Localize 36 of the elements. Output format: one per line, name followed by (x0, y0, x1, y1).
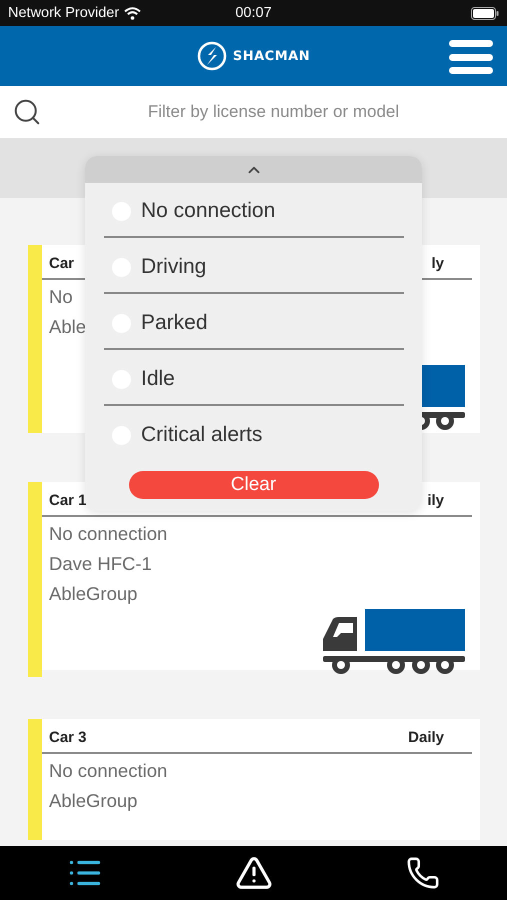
truck-icon (323, 609, 465, 675)
nav-tab[interactable] (234, 854, 272, 892)
vehicle-info: AbleGroup (49, 789, 138, 813)
nav-tab[interactable] (406, 856, 440, 890)
vehicle-name: Car (49, 254, 74, 272)
search-field[interactable]: Filter by license number or model (0, 86, 507, 138)
clear-button[interactable]: Clear (128, 471, 378, 499)
period-label: ily (427, 491, 444, 509)
carrier-name: Network Provider (8, 5, 120, 21)
vehicle-info: Dave HFC-1 (49, 552, 152, 576)
search-icon (12, 97, 42, 127)
logo-text: SHACMAN (232, 48, 310, 64)
vehicle-info: No (49, 285, 73, 309)
vehicle-name: Car 3 (49, 728, 87, 746)
vehicle-info: Able (49, 315, 86, 339)
vehicle-info: No connection (49, 759, 168, 783)
phone-icon (406, 856, 440, 890)
period-label: ly (431, 254, 444, 272)
menu-button[interactable] (449, 40, 493, 74)
vehicle-info: No connection (49, 522, 168, 546)
filter-option[interactable]: Idle (141, 367, 175, 391)
wifi-icon (124, 6, 142, 20)
clock-time: 00:07 (235, 5, 272, 21)
collapse-button[interactable] (85, 156, 422, 183)
filter-option[interactable]: Parked (141, 311, 208, 335)
logo-icon (196, 41, 227, 71)
vehicle-info: AbleGroup (49, 582, 138, 606)
period-label: Daily (408, 728, 444, 746)
warning-icon (234, 854, 272, 892)
filter-option[interactable]: Driving (141, 255, 206, 279)
search-input[interactable]: Filter by license number or model (52, 101, 495, 123)
filter-option[interactable]: Critical alerts (141, 423, 262, 447)
vehicle-name: Car 1 (49, 491, 87, 509)
battery-icon (471, 6, 499, 20)
filter-option[interactable]: No connection (141, 199, 276, 223)
vehicle-card[interactable]: Car 3 Daily No connection AbleGroup (28, 719, 480, 840)
